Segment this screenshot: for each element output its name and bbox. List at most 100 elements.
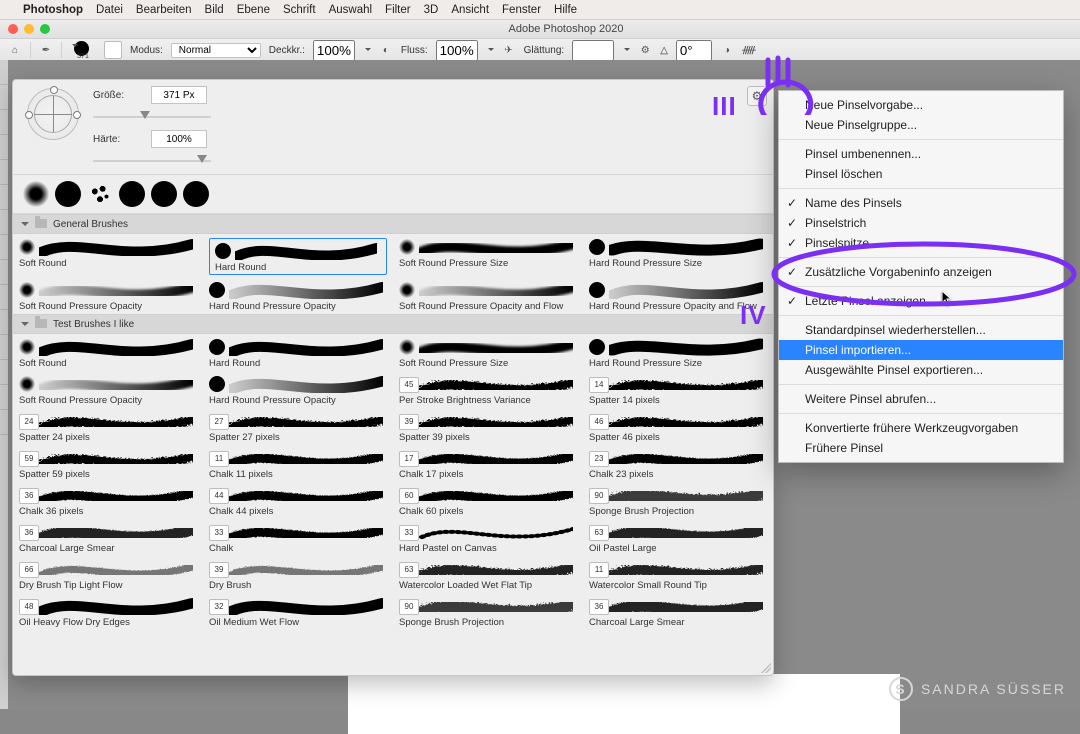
brush-preset-item[interactable]: Hard Round <box>203 334 393 371</box>
smoothing-chevron[interactable] <box>622 45 630 56</box>
brush-preset-item[interactable]: 39Dry Brush <box>203 556 393 593</box>
brush-preset-item[interactable]: Soft Round <box>13 334 203 371</box>
close-window-button[interactable] <box>8 24 18 34</box>
size-input[interactable] <box>151 86 207 104</box>
brush-preset-item[interactable]: 90Sponge Brush Projection <box>583 482 773 519</box>
home-icon[interactable]: ⌂ <box>8 43 22 57</box>
brush-preset-item[interactable]: 27Spatter 27 pixels <box>203 408 393 445</box>
flyout-menu-item[interactable]: Pinsel importieren... <box>779 340 1063 360</box>
recent-brush[interactable] <box>151 181 177 207</box>
recent-brush[interactable] <box>119 181 145 207</box>
recent-brush[interactable]: 1148 <box>87 181 113 207</box>
smoothing-gear-icon[interactable]: ⚙ <box>638 43 652 57</box>
brush-preset-item[interactable]: 36Chalk 36 pixels <box>13 482 203 519</box>
flyout-menu-item[interactable]: Pinselstrich <box>779 213 1063 233</box>
brush-preset-picker-button[interactable]: 371 <box>70 41 96 59</box>
brush-angle-input[interactable] <box>676 40 712 61</box>
brush-preset-item[interactable]: Soft Round Pressure Size <box>393 334 583 371</box>
flyout-menu-item[interactable]: Name des Pinsels <box>779 193 1063 213</box>
brush-preset-item[interactable]: 33Chalk <box>203 519 393 556</box>
document[interactable] <box>348 674 900 734</box>
airbrush-icon[interactable]: ✈ <box>502 43 516 57</box>
menu-ansicht[interactable]: Ansicht <box>451 4 489 16</box>
brush-preset-item[interactable]: 11Watercolor Small Round Tip <box>583 556 773 593</box>
disclosure-triangle-icon[interactable] <box>21 322 29 330</box>
flyout-menu-item[interactable]: Pinsel löschen <box>779 164 1063 184</box>
blend-mode-select[interactable]: Normal <box>171 43 261 58</box>
brush-preset-item[interactable]: Hard Round <box>203 234 393 277</box>
brush-preset-item[interactable]: 17Chalk 17 pixels <box>393 445 583 482</box>
brush-preset-item[interactable]: 33Hard Pastel on Canvas <box>393 519 583 556</box>
flyout-menu-item[interactable]: Pinselspitze <box>779 233 1063 253</box>
disclosure-triangle-icon[interactable] <box>21 222 29 230</box>
menu-hilfe[interactable]: Hilfe <box>554 4 577 16</box>
hardness-input[interactable] <box>151 130 207 148</box>
brush-preset-item[interactable]: 24Spatter 24 pixels <box>13 408 203 445</box>
brush-preset-item[interactable]: 66Dry Brush Tip Light Flow <box>13 556 203 593</box>
flyout-menu-item[interactable]: Frühere Pinsel <box>779 438 1063 458</box>
brush-group-header[interactable]: General Brushes <box>13 214 773 234</box>
brush-preset-item[interactable]: Hard Round Pressure Size <box>583 334 773 371</box>
menu-bearbeiten[interactable]: Bearbeiten <box>136 4 192 16</box>
app-menu[interactable]: Photoshop <box>23 4 83 16</box>
smoothing-input[interactable] <box>572 40 614 61</box>
menu-ebene[interactable]: Ebene <box>237 4 270 16</box>
size-pressure-icon[interactable]: ◑ <box>720 43 734 57</box>
zoom-window-button[interactable] <box>40 24 50 34</box>
brush-preset-item[interactable]: Soft Round Pressure Opacity <box>13 277 203 314</box>
menu-bild[interactable]: Bild <box>205 4 224 16</box>
flyout-menu-item[interactable]: Pinsel umbenennen... <box>779 144 1063 164</box>
brush-preset-item[interactable]: 63Watercolor Loaded Wet Flat Tip <box>393 556 583 593</box>
brush-settings-toggle[interactable] <box>104 41 122 59</box>
recent-brush[interactable] <box>55 181 81 207</box>
brush-preset-item[interactable]: 46Spatter 46 pixels <box>583 408 773 445</box>
brush-preset-item[interactable]: 11Chalk 11 pixels <box>203 445 393 482</box>
brush-group-header[interactable]: Test Brushes I like <box>13 314 773 334</box>
brush-angle-widget[interactable] <box>27 88 79 140</box>
brush-preset-item[interactable]: Hard Round Pressure Opacity <box>203 277 393 314</box>
symmetry-icon[interactable]: ᚏ <box>742 43 756 57</box>
flyout-menu-item[interactable]: Neue Pinselgruppe... <box>779 115 1063 135</box>
hardness-slider[interactable] <box>93 158 211 164</box>
brush-preset-item[interactable]: 23Chalk 23 pixels <box>583 445 773 482</box>
menu-filter[interactable]: Filter <box>385 4 411 16</box>
brush-preset-item[interactable]: 90Sponge Brush Projection <box>393 593 583 630</box>
menu-3d[interactable]: 3D <box>424 4 439 16</box>
brush-preset-item[interactable]: 39Spatter 39 pixels <box>393 408 583 445</box>
brush-preset-item[interactable]: 60Chalk 60 pixels <box>393 482 583 519</box>
flyout-menu-item[interactable]: Standardpinsel wiederherstellen... <box>779 320 1063 340</box>
flyout-menu-item[interactable]: Weitere Pinsel abrufen... <box>779 389 1063 409</box>
flyout-menu-item[interactable]: Konvertierte frühere Werkzeugvorgaben <box>779 418 1063 438</box>
opacity-input[interactable] <box>313 40 355 61</box>
brush-preset-item[interactable]: 48Oil Heavy Flow Dry Edges <box>13 593 203 630</box>
brush-preset-item[interactable]: Soft Round Pressure Opacity <box>13 371 203 408</box>
minimize-window-button[interactable] <box>24 24 34 34</box>
brush-groups-scroll[interactable]: General BrushesSoft RoundHard RoundSoft … <box>13 214 773 676</box>
flyout-menu-item[interactable]: Ausgewählte Pinsel exportieren... <box>779 360 1063 380</box>
brush-preset-item[interactable]: Soft Round Pressure Opacity and Flow <box>393 277 583 314</box>
brush-preset-item[interactable]: 36Charcoal Large Smear <box>13 519 203 556</box>
brush-preset-item[interactable]: Soft Round Pressure Size <box>393 234 583 277</box>
panel-resize-corner[interactable] <box>761 663 771 673</box>
brush-preset-item[interactable]: 59Spatter 59 pixels <box>13 445 203 482</box>
menu-auswahl[interactable]: Auswahl <box>329 4 372 16</box>
brush-tool-icon[interactable]: ✒ <box>39 43 53 57</box>
flyout-menu-item[interactable]: Neue Pinselvorgabe... <box>779 95 1063 115</box>
brush-preset-item[interactable]: 14Spatter 14 pixels <box>583 371 773 408</box>
flyout-menu-item[interactable]: Letzte Pinsel anzeigen <box>779 291 1063 311</box>
menu-schrift[interactable]: Schrift <box>283 4 316 16</box>
flyout-menu-item[interactable]: Zusätzliche Vorgabeninfo anzeigen <box>779 262 1063 282</box>
brush-preset-item[interactable]: Soft Round <box>13 234 203 277</box>
brush-preset-item[interactable]: Hard Round Pressure Size <box>583 234 773 277</box>
recent-brush[interactable] <box>183 181 209 207</box>
menu-fenster[interactable]: Fenster <box>502 4 541 16</box>
flow-input[interactable] <box>436 40 478 61</box>
menu-datei[interactable]: Datei <box>96 4 123 16</box>
brush-preset-item[interactable]: 45Per Stroke Brightness Variance <box>393 371 583 408</box>
brush-preset-item[interactable]: 36Charcoal Large Smear <box>583 593 773 630</box>
opacity-chevron[interactable] <box>363 45 371 56</box>
brush-preset-item[interactable]: 44Chalk 44 pixels <box>203 482 393 519</box>
panel-flyout-gear-button[interactable]: ⚙ <box>747 86 767 106</box>
size-slider[interactable] <box>93 114 211 120</box>
opacity-pressure-icon[interactable]: ◐ <box>379 43 393 57</box>
